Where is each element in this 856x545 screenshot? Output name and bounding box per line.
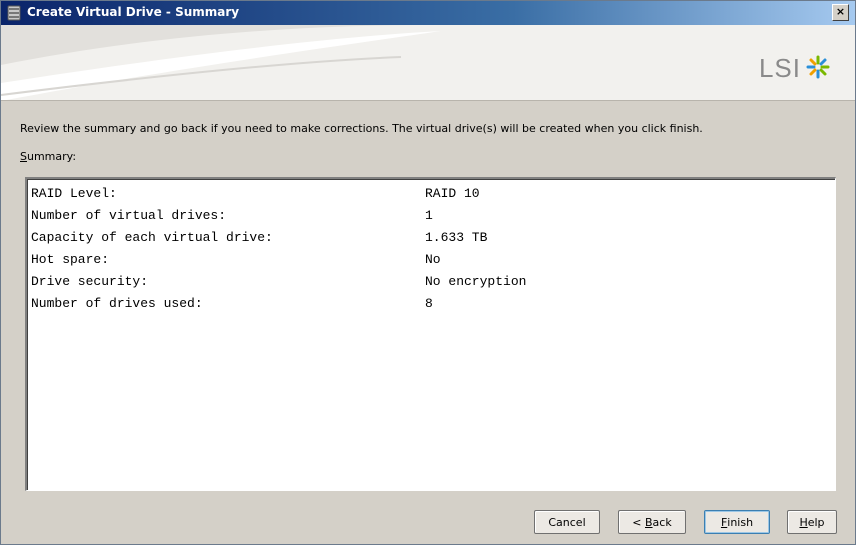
dialog-window: Create Virtual Drive - Summary × LSI Rev… — [0, 0, 856, 545]
title-bar: Create Virtual Drive - Summary × — [1, 1, 855, 25]
summary-row-value: No encryption — [425, 274, 527, 289]
summary-row-label: Capacity of each virtual drive: — [31, 230, 273, 245]
logo-text: LSI — [758, 52, 801, 83]
summary-row: Number of virtual drives: 1 — [31, 207, 433, 225]
help-button-accel: H — [799, 515, 808, 529]
cancel-button-label: Cancel — [548, 515, 586, 529]
summary-row: Drive security: No encryption — [31, 273, 526, 291]
finish-button-rest: inish — [727, 515, 754, 529]
summary-row: Capacity of each virtual drive: 1.633 TB — [31, 229, 487, 247]
instruction-text: Review the summary and go back if you ne… — [20, 122, 703, 135]
summary-row-value: RAID 10 — [425, 186, 480, 201]
back-button-accel: B — [645, 515, 653, 529]
header-banner: LSI — [1, 25, 855, 101]
summary-row-value: 1.633 TB — [425, 230, 488, 245]
back-button-rest: ack — [652, 515, 672, 529]
close-icon: × — [835, 5, 846, 18]
summary-row: RAID Level: RAID 10 — [31, 185, 480, 203]
summary-row-label: Number of drives used: — [31, 296, 203, 311]
summary-row-value: 8 — [425, 296, 433, 311]
lsi-logo: LSI — [759, 53, 831, 83]
back-button[interactable]: < Back — [618, 510, 686, 534]
help-button-rest: elp — [807, 515, 825, 529]
window-title: Create Virtual Drive - Summary — [27, 5, 240, 19]
summary-textbox[interactable]: RAID Level: RAID 10 Number of virtual dr… — [25, 177, 836, 491]
starburst-icon — [805, 54, 831, 83]
back-button-prefix: < — [632, 515, 645, 529]
summary-label: Summary: — [20, 150, 76, 163]
finish-button[interactable]: Finish — [704, 510, 770, 534]
help-button[interactable]: Help — [787, 510, 837, 534]
dialog-content: Review the summary and go back if you ne… — [1, 101, 855, 544]
summary-label-accel: S — [20, 150, 27, 163]
summary-row-value: 1 — [425, 208, 433, 223]
summary-row-label: Number of virtual drives: — [31, 208, 227, 223]
database-icon — [6, 5, 22, 21]
summary-label-rest: ummary: — [26, 150, 77, 163]
summary-row: Hot spare: No — [31, 251, 441, 269]
close-button[interactable]: × — [832, 4, 849, 21]
summary-row-value: No — [425, 252, 441, 267]
summary-row-label: Hot spare: — [31, 252, 110, 267]
summary-row: Number of drives used: 8 — [31, 295, 433, 313]
banner-swoosh — [1, 25, 441, 100]
summary-row-label: Drive security: — [31, 274, 149, 289]
summary-row-label: RAID Level: — [31, 186, 117, 201]
cancel-button[interactable]: Cancel — [534, 510, 600, 534]
